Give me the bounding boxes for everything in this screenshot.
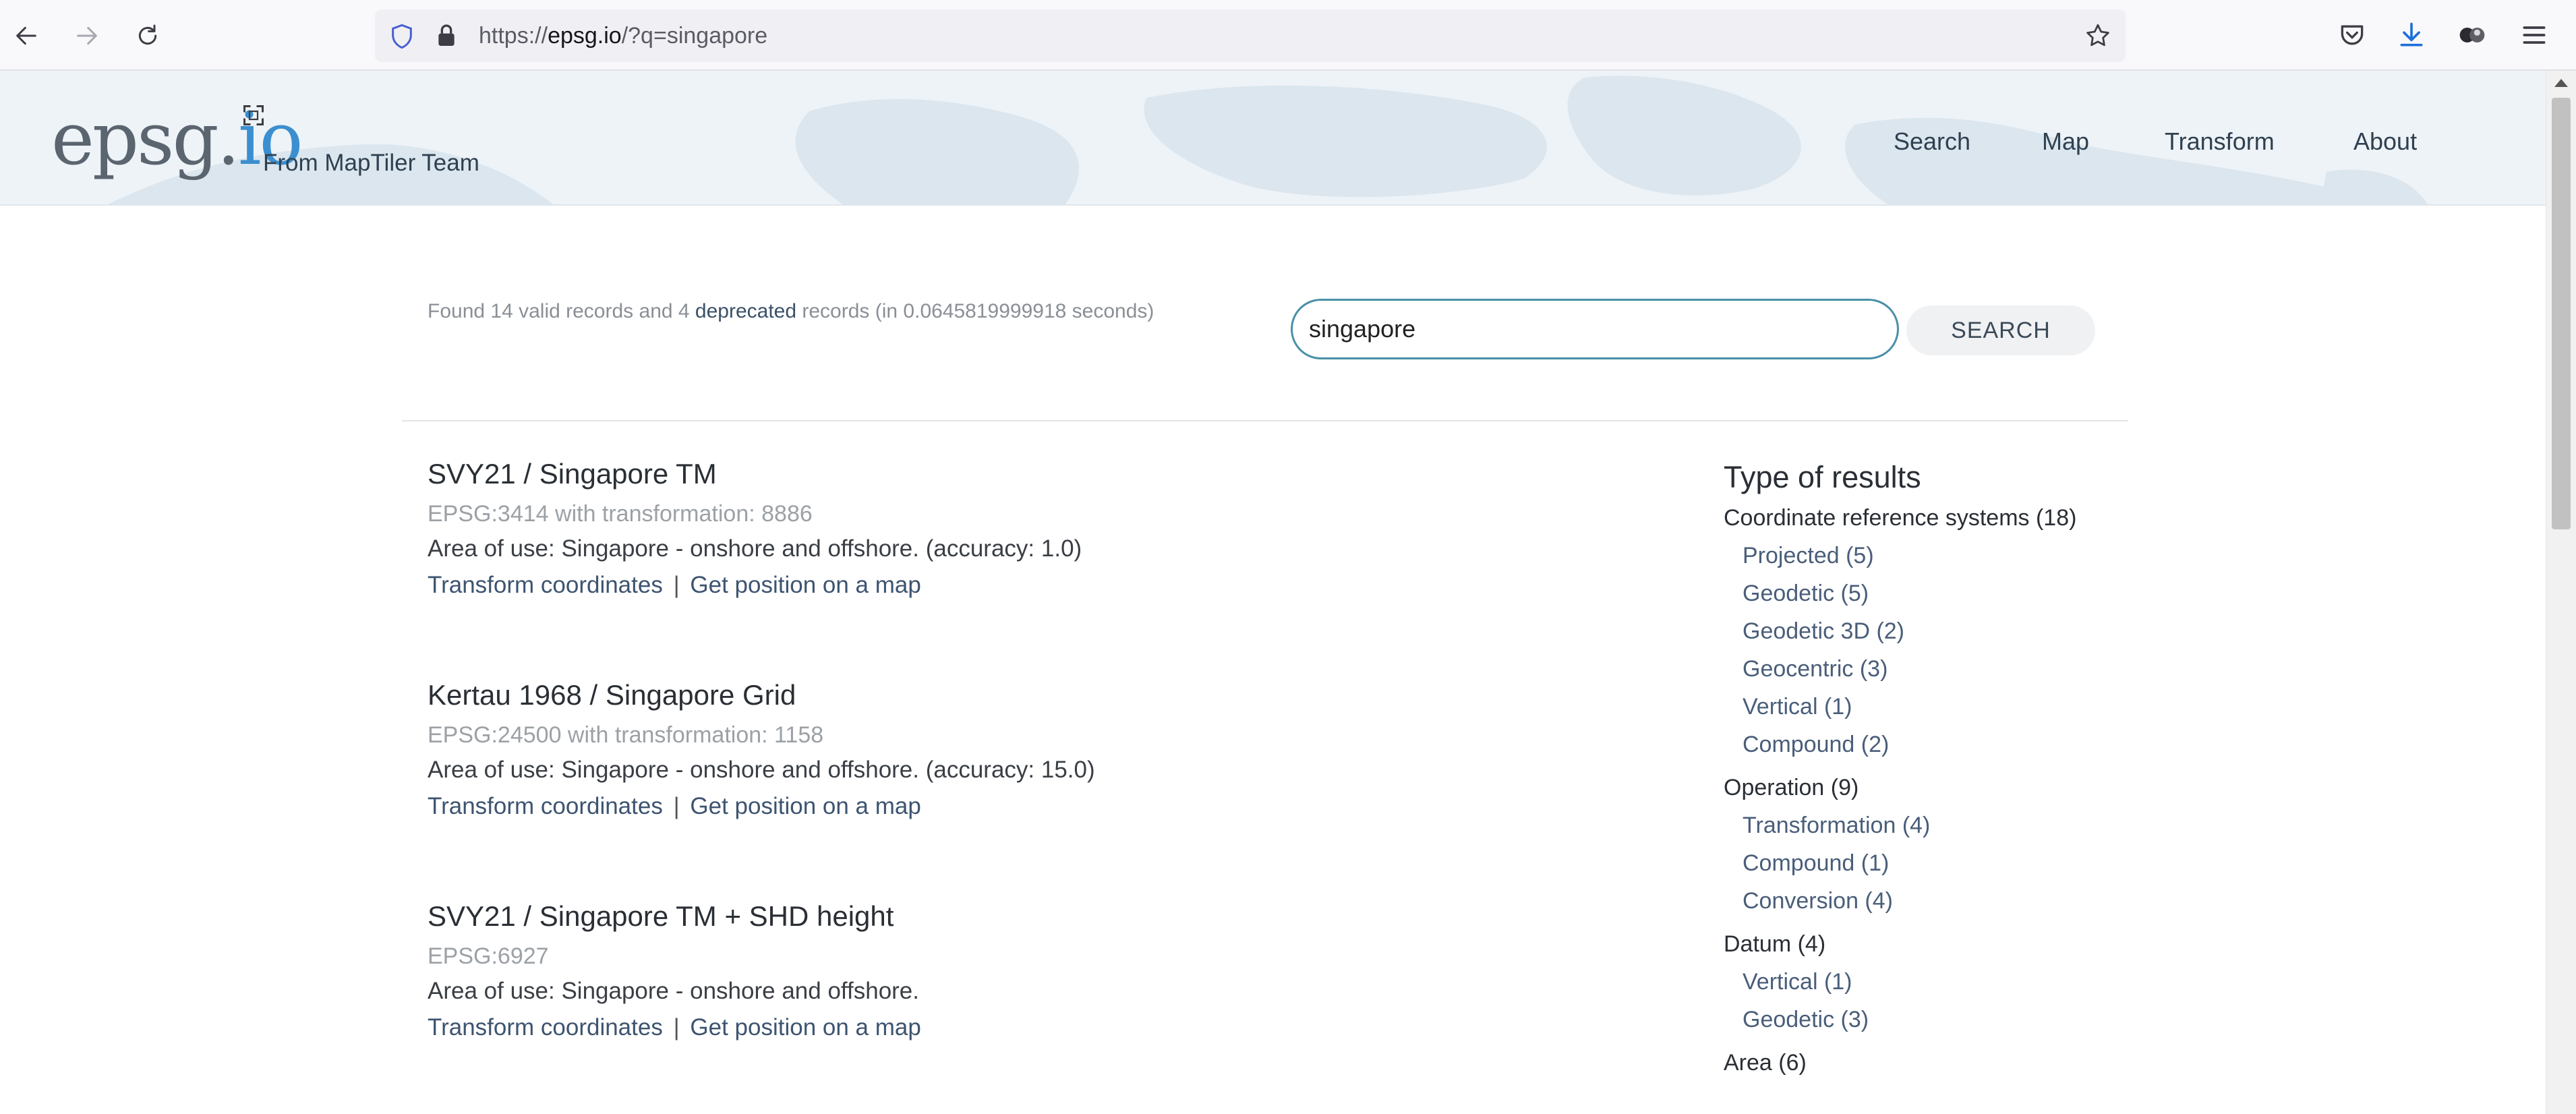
get-position-link[interactable]: Get position on a map (690, 572, 920, 598)
logo-epsg-text: epsg. (51, 97, 240, 181)
tracking-protection-shield-icon[interactable] (388, 23, 415, 50)
facet-item[interactable]: Compound (1) (1724, 844, 2076, 882)
result-type-facets: Type of results Coordinate reference sys… (1724, 457, 2076, 1082)
reload-button[interactable] (129, 18, 166, 54)
page-scrollbar[interactable] (2546, 71, 2576, 1114)
downloads-icon[interactable] (2397, 20, 2426, 50)
result-links: Transform coordinates | Get position on … (428, 1009, 921, 1046)
url-domain: epsg.io (548, 23, 622, 49)
reload-icon (138, 24, 157, 45)
tagline: From MapTiler Team (263, 150, 479, 176)
link-separator: | (673, 572, 680, 598)
scrollbar-thumb[interactable] (2552, 98, 2571, 529)
result-code: EPSG:6927 (428, 943, 549, 969)
result-area: Area of use: Singapore - onshore and off… (428, 535, 1082, 562)
result-item: SVY21 / Singapore TM EPSG:3414 with tran… (428, 455, 1082, 604)
divider (402, 420, 2128, 421)
forward-button[interactable] (69, 18, 105, 54)
facet-group-area[interactable]: Area (6) (1724, 1044, 2076, 1082)
search-button[interactable]: SEARCH (1906, 305, 2095, 355)
facet-item[interactable]: Geodetic 3D (2) (1724, 612, 2076, 650)
result-area: Area of use: Singapore - onshore and off… (428, 757, 1095, 783)
facet-item[interactable]: Vertical (1) (1724, 688, 2076, 726)
facet-item[interactable]: Conversion (4) (1724, 882, 2076, 920)
url-text[interactable]: https://epsg.io/?q=singapore (479, 20, 767, 51)
facet-item[interactable]: Geodetic (5) (1724, 575, 2076, 612)
page-viewport: epsg.io From MapTiler Team Search Map Tr… (0, 71, 2546, 1114)
transform-coordinates-link[interactable]: Transform coordinates (428, 793, 663, 819)
result-area: Area of use: Singapore - onshore and off… (428, 978, 920, 1004)
facet-item[interactable]: Projected (5) (1724, 537, 2076, 575)
transform-coordinates-link[interactable]: Transform coordinates (428, 572, 663, 598)
nav-about[interactable]: About (2353, 127, 2417, 156)
nav-map[interactable]: Map (2042, 127, 2089, 156)
result-code: EPSG:3414 with transformation: 8886 (428, 501, 813, 527)
results-summary: Found 14 valid records and 4 deprecated … (428, 300, 1154, 323)
bookmark-star-icon[interactable] (2084, 22, 2112, 50)
facet-item[interactable]: Compound (2) (1724, 726, 2076, 763)
summary-count-text: Found 14 valid records and 4 (428, 300, 695, 322)
result-code: EPSG:24500 with transformation: 1158 (428, 722, 824, 748)
search-input[interactable] (1291, 299, 1899, 359)
facet-group-operation[interactable]: Operation (9) (1724, 769, 2076, 807)
site-header: epsg.io From MapTiler Team Search Map Tr… (0, 71, 2546, 206)
result-links: Transform coordinates | Get position on … (428, 788, 1095, 825)
expand-icon[interactable] (241, 103, 266, 127)
result-title[interactable]: Kertau 1968 / Singapore Grid (428, 676, 1095, 714)
lock-icon[interactable] (433, 22, 460, 50)
facet-group-datum[interactable]: Datum (4) (1724, 925, 2076, 963)
facet-item[interactable]: Vertical (1) (1724, 963, 2076, 1001)
pocket-icon[interactable] (2337, 20, 2367, 50)
facet-item[interactable]: Transformation (4) (1724, 807, 2076, 844)
deprecated-link[interactable]: deprecated (695, 300, 796, 322)
link-separator: | (673, 1014, 680, 1040)
result-title[interactable]: SVY21 / Singapore TM + SHD height (428, 898, 921, 935)
facet-item[interactable]: Geocentric (3) (1724, 650, 2076, 688)
browser-toolbar: https://epsg.io/?q=singapore (0, 0, 2576, 71)
hamburger-menu-icon[interactable] (2519, 20, 2549, 50)
nav-transform[interactable]: Transform (2165, 127, 2275, 156)
get-position-link[interactable]: Get position on a map (690, 793, 920, 819)
facet-item[interactable]: Geodetic (3) (1724, 1001, 2076, 1038)
nav-search[interactable]: Search (1894, 127, 1970, 156)
facets-title: Type of results (1724, 460, 1921, 494)
get-position-link[interactable]: Get position on a map (690, 1014, 920, 1040)
result-title[interactable]: SVY21 / Singapore TM (428, 455, 1082, 493)
url-path: /?q=singapore (621, 23, 768, 49)
summary-time-text: records (in 0.0645819999918 seconds) (796, 300, 1154, 322)
back-button[interactable] (8, 18, 45, 54)
result-item: SVY21 / Singapore TM + SHD height EPSG:6… (428, 898, 921, 1046)
back-arrow-icon (16, 26, 36, 45)
url-scheme: https:// (479, 23, 548, 49)
facet-group-crs[interactable]: Coordinate reference systems (18) (1724, 499, 2076, 537)
result-item: Kertau 1968 / Singapore Grid EPSG:24500 … (428, 676, 1095, 825)
extensions-icon[interactable] (2457, 20, 2487, 50)
scroll-up-icon[interactable] (2554, 79, 2568, 87)
forward-arrow-icon (77, 26, 97, 45)
transform-coordinates-link[interactable]: Transform coordinates (428, 1014, 663, 1040)
link-separator: | (673, 793, 680, 819)
result-links: Transform coordinates | Get position on … (428, 567, 1082, 604)
address-bar[interactable]: https://epsg.io/?q=singapore (375, 9, 2126, 62)
